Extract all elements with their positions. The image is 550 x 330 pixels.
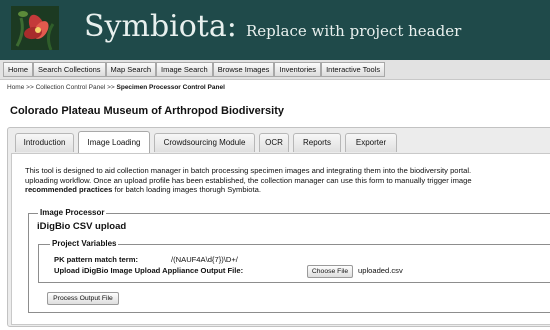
upload-file-label: Upload iDigBio Image Upload Appliance Ou… — [54, 266, 244, 275]
pk-pattern-label: PK pattern match term: — [54, 255, 138, 264]
tab-image-loading[interactable]: Image Loading — [78, 131, 150, 154]
nav-inventories[interactable]: Inventories — [274, 62, 322, 77]
main-nav: Home Search Collections Map Search Image Se… — [0, 60, 550, 80]
nav-map-search[interactable]: Map Search — [105, 62, 156, 77]
tab-reports[interactable]: Reports — [293, 133, 341, 152]
breadcrumb-current: Specimen Processor Control Panel — [116, 84, 225, 91]
breadcrumb-home-link[interactable]: Home — [7, 84, 24, 91]
project-variables-legend: Project Variables — [50, 239, 119, 248]
description-line-rest: for batch loading images thorugh Symbiot… — [112, 185, 261, 195]
site-title-subtitle: Replace with project header — [245, 22, 462, 40]
choose-file-button[interactable]: Choose File — [307, 265, 353, 278]
breadcrumb-separator: >> — [107, 84, 115, 91]
nav-search-collections[interactable]: Search Collections — [33, 62, 106, 77]
site-header: Symbiota: Replace with project header — [0, 0, 550, 60]
pk-pattern-value: /(NAUF4A\d{7})\D+/ — [171, 255, 238, 264]
tab-ocr[interactable]: OCR — [259, 133, 289, 152]
nav-image-search[interactable]: Image Search — [155, 62, 213, 77]
description-line: recommended practices for batch loading … — [25, 185, 550, 195]
image-processor-title: iDigBio CSV upload — [37, 221, 127, 232]
image-processor-legend: Image Processor — [38, 208, 107, 217]
site-logo — [11, 6, 59, 50]
breadcrumb: Home >> Collection Control Panel >> Spec… — [7, 84, 225, 91]
nav-browse-images[interactable]: Browse Images — [212, 62, 275, 77]
breadcrumb-collection-panel-link[interactable]: Collection Control Panel — [36, 84, 106, 91]
description-line: This tool is designed to aid collection … — [25, 166, 472, 175]
process-output-file-button[interactable]: Process Output File — [47, 292, 119, 305]
tab-introduction[interactable]: Introduction — [15, 133, 74, 152]
page-title: Colorado Plateau Museum of Arthropod Bio… — [10, 105, 285, 117]
recommended-practices-link[interactable]: recommended practices — [25, 185, 112, 194]
nav-home[interactable]: Home — [3, 62, 34, 77]
tab-crowdsourcing-module[interactable]: Crowdsourcing Module — [154, 133, 255, 152]
nav-interactive-tools[interactable]: Interactive Tools — [321, 62, 386, 77]
selected-file-name: uploaded.csv — [358, 266, 403, 275]
site-title: Symbiota: Replace with project header — [84, 9, 461, 44]
site-title-main: Symbiota: — [84, 9, 237, 44]
tab-exporter[interactable]: Exporter — [345, 133, 397, 152]
description-line: uploading workflow. Once an upload profi… — [25, 175, 472, 185]
flower-logo-image — [11, 6, 59, 50]
breadcrumb-separator: >> — [26, 84, 34, 91]
tool-description: This tool is designed to aid collection … — [25, 166, 550, 195]
